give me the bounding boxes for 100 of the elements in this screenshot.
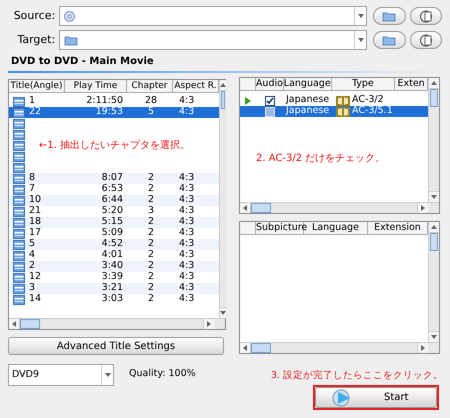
column-header[interactable]: Title(Angle) [9, 80, 65, 92]
scroll-thumb[interactable] [430, 89, 438, 107]
table-cell-text: 2 [146, 215, 156, 228]
table-cell-text: 2:11:50 [85, 94, 124, 107]
title-row[interactable]: 18 5:15 2 4:3 [9, 217, 219, 228]
path-combo-field[interactable] [59, 30, 368, 50]
scroll-left-icon [243, 345, 247, 351]
table-cell-text: 4 [29, 248, 36, 261]
document-icon [420, 10, 432, 22]
audio-row[interactable]: Japanese AC-3/5.1 [240, 106, 428, 117]
table-cell-text: 8 [29, 171, 36, 184]
table-cell-text: 4:3 [178, 292, 196, 306]
title-row[interactable]: 8 8:07 2 4:3 [9, 173, 219, 184]
list-row-icon [13, 130, 25, 140]
scroll-thumb[interactable] [251, 343, 271, 353]
column-header[interactable]: Play Time [65, 80, 127, 92]
table-cell-text: 6:44 [100, 193, 124, 206]
folder-icon [382, 10, 396, 22]
table-cell-text: AC-3/5.1 [352, 104, 393, 118]
scroll-left-button[interactable] [240, 203, 251, 213]
disc-type-dropdown[interactable]: DVD9 [8, 364, 114, 386]
column-header[interactable]: Language [284, 78, 332, 90]
column-header[interactable]: Chapter [127, 80, 173, 92]
table-cell-text: 4:3 [178, 270, 196, 283]
table-cell-text: 19:53 [94, 105, 124, 120]
scroll-right-icon [421, 205, 425, 211]
annotation-note: 2. AC-3/2 だけをチェック。 [256, 152, 386, 166]
path-combo-field[interactable] [59, 6, 368, 26]
table-cell-text: 2 [146, 193, 156, 206]
column-header[interactable]: Type [332, 78, 396, 90]
browse-button[interactable] [373, 31, 406, 49]
scroll-thumb[interactable] [20, 319, 40, 329]
title-row[interactable]: 5 4:52 2 4:3 [9, 239, 219, 250]
disc-play-icon [332, 388, 352, 407]
scroll-up-icon [431, 225, 437, 229]
title-row[interactable]: 10 6:44 2 4:3 [9, 195, 219, 206]
disc-info-button[interactable] [410, 31, 442, 49]
table-cell-text: 2 [146, 281, 156, 294]
start-button[interactable]: Start [315, 387, 437, 408]
scroll-right-button[interactable] [417, 203, 428, 213]
scroll-left-button[interactable] [240, 343, 251, 353]
list-row-icon [13, 228, 25, 238]
column-header[interactable]: Audio [256, 78, 284, 90]
horizontal-scrollbar[interactable] [240, 202, 439, 213]
scroll-right-icon [207, 321, 211, 327]
table-cell-text: 2 [146, 226, 156, 239]
horizontal-scrollbar[interactable] [9, 318, 225, 329]
list-row-icon [13, 206, 25, 216]
table-cell-text: 4:52 [100, 237, 124, 250]
table-cell-text: 5:20 [100, 204, 124, 217]
title-row[interactable]: 2 3:40 2 4:3 [9, 261, 219, 272]
table-cell-text: 22 [29, 105, 42, 120]
list-row-icon [13, 284, 25, 294]
table-cell-text: 3 [146, 204, 156, 217]
scroll-thumb[interactable] [251, 203, 271, 213]
vertical-scrollbar[interactable] [428, 222, 439, 342]
title-row[interactable]: 22 19:53 5 4:3 [9, 107, 219, 118]
table-cell-text: Japanese [284, 93, 330, 106]
checkbox[interactable] [265, 96, 275, 106]
list-row-icon [13, 118, 25, 128]
advanced-title-settings-button[interactable]: Advanced Title Settings [8, 337, 224, 355]
table-cell-text: Japanese [284, 104, 330, 118]
vertical-scrollbar[interactable] [219, 80, 226, 318]
table-cell-text: 4:01 [100, 248, 124, 261]
table-cell-text: 4:3 [178, 226, 196, 239]
scroll-thumb[interactable] [430, 233, 438, 251]
list-row-icon [13, 250, 25, 260]
list-row-icon [13, 108, 25, 118]
scroll-thumb[interactable] [221, 91, 225, 109]
scroll-down-icon [431, 195, 437, 199]
list-row-icon [13, 140, 25, 150]
table-cell-text: 14 [29, 292, 42, 306]
annotation-note: 3. 設定が完了したらここをクリック。 [271, 369, 440, 383]
table-cell-text: 5:09 [100, 226, 124, 239]
scroll-right-button[interactable] [417, 343, 428, 353]
dropdown-icon [358, 38, 364, 42]
disc-icon [64, 10, 76, 22]
table-cell-text: 2 [146, 292, 156, 306]
table-cell-text: 2 [146, 182, 156, 195]
table-cell-text: AC-3/2 [352, 93, 384, 106]
table-cell-text: 2 [29, 259, 36, 272]
quality-label: Quality: 100% [129, 367, 196, 381]
table-cell-text: 3:39 [100, 270, 124, 283]
vertical-scrollbar[interactable] [428, 78, 439, 202]
scroll-up-icon [431, 81, 437, 85]
disc-info-button[interactable] [410, 7, 442, 25]
document-icon [420, 34, 432, 46]
table-cell-text: 8:07 [100, 171, 124, 184]
dropdown-icon [104, 373, 110, 377]
title-row[interactable]: 3 3:21 2 4:3 [9, 283, 219, 294]
scroll-up-icon [220, 83, 226, 87]
horizontal-scrollbar[interactable] [240, 342, 439, 353]
table-cell-text: 10 [29, 193, 42, 206]
list-row-icon [13, 294, 25, 304]
browse-button[interactable] [373, 7, 406, 25]
scroll-left-button[interactable] [9, 319, 20, 329]
table-cell-text: 6:53 [100, 182, 124, 195]
scroll-right-button[interactable] [203, 319, 214, 329]
list-row-icon [13, 196, 25, 206]
table-cell-text: 28 [144, 94, 158, 107]
